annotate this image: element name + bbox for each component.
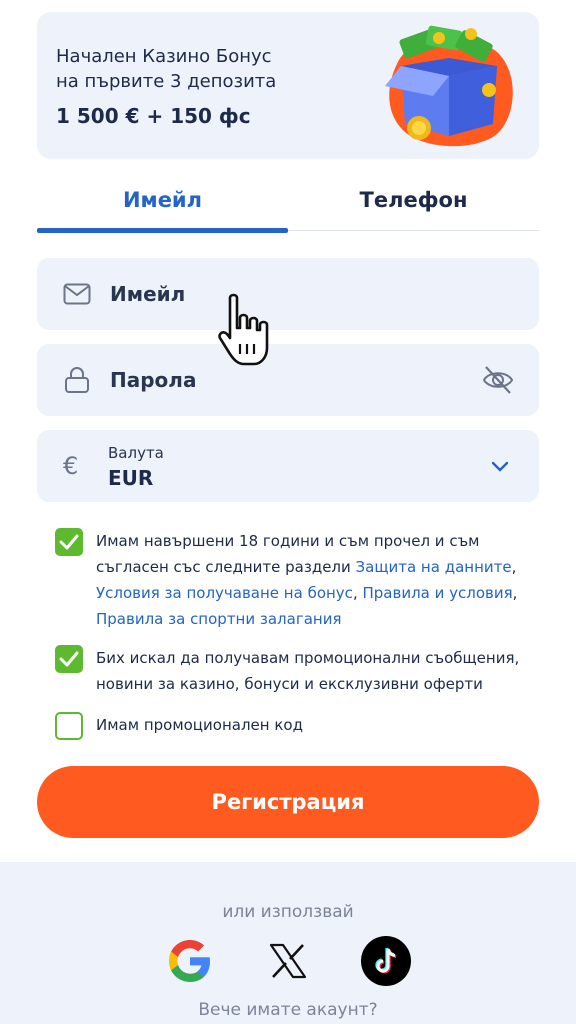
email-field[interactable]: Имейл xyxy=(37,258,539,330)
envelope-icon xyxy=(62,279,92,309)
separator: , xyxy=(511,558,517,576)
bonus-text: Начален Казино Бонус на първите 3 депози… xyxy=(56,44,276,128)
currency-select[interactable]: € Валута EUR xyxy=(37,430,539,502)
have-account-link[interactable]: Вече имате акаунт? xyxy=(0,1000,576,1020)
lock-icon xyxy=(62,365,92,395)
social-login-section: или използвай Вече имате акаунт? xyxy=(0,862,576,1024)
bonus-banner[interactable]: Начален Казино Бонус на първите 3 депози… xyxy=(37,12,539,159)
promo-messages-text: Бих искал да получавам промоционални съо… xyxy=(96,649,520,693)
x-icon[interactable] xyxy=(263,936,313,986)
tab-phone[interactable]: Телефон xyxy=(288,170,539,230)
bonus-amount: 1 500 € + 150 фс xyxy=(56,104,251,128)
chevron-down-icon xyxy=(491,461,509,472)
email-placeholder: Имейл xyxy=(110,282,186,306)
active-tab-indicator xyxy=(37,228,288,233)
auth-method-tabs: Имейл Телефон xyxy=(37,170,539,234)
money-box-illustration xyxy=(385,25,513,147)
sports-betting-rules-link[interactable]: Правила за спортни залагания xyxy=(96,610,341,628)
bonus-title-line2: на първите 3 депозита xyxy=(56,71,277,92)
promo-messages-checkbox[interactable] xyxy=(55,645,83,673)
privacy-link[interactable]: Защита на данните xyxy=(356,558,512,576)
or-use-label: или използвай xyxy=(222,902,354,922)
promo-code-checkbox[interactable] xyxy=(55,712,83,740)
currency-value: EUR xyxy=(108,466,154,490)
password-placeholder: Парола xyxy=(110,368,197,392)
bonus-title-line1: Начален Казино Бонус xyxy=(56,46,272,67)
terms-link[interactable]: Правила и условия xyxy=(362,584,512,602)
promo-code-text: Имам промоционален код xyxy=(96,716,303,734)
register-button[interactable]: Регистрация xyxy=(37,766,539,838)
currency-label: Валута xyxy=(108,444,164,462)
google-icon[interactable] xyxy=(165,936,215,986)
bonus-terms-link[interactable]: Условия за получаване на бонус xyxy=(96,584,353,602)
eye-off-icon[interactable] xyxy=(481,363,515,397)
age-terms-checkbox[interactable] xyxy=(55,528,83,556)
tiktok-icon[interactable] xyxy=(361,936,411,986)
tab-email[interactable]: Имейл xyxy=(37,170,288,230)
separator: , xyxy=(512,584,518,602)
age-terms-text: Имам навършени 18 години и съм прочел и … xyxy=(96,528,526,632)
euro-icon: € xyxy=(63,452,79,480)
password-field[interactable]: Парола xyxy=(37,344,539,416)
